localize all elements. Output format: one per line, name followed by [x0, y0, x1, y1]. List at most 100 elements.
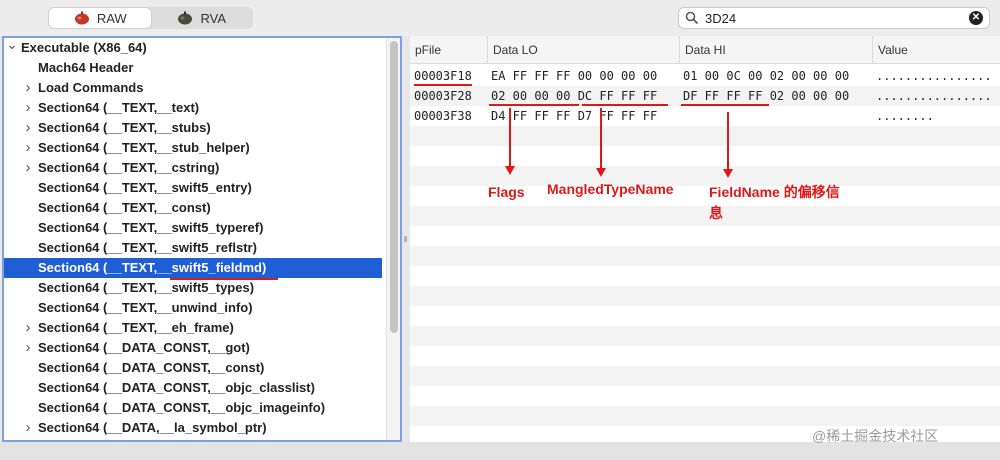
chevron-right-icon[interactable]: ›	[22, 158, 34, 178]
cell-pfile: 00003F38	[414, 109, 472, 123]
rva-mode-label: RVA	[200, 10, 227, 26]
tree-item[interactable]: › Section64 (__TEXT,__stubs)	[4, 118, 382, 138]
mangled-arrowhead	[596, 168, 606, 177]
column-header-value[interactable]: Value	[873, 36, 1000, 64]
table-row[interactable]	[410, 366, 1000, 386]
tree-item-label: Section64 (__TEXT,__swift5_fieldmd)	[38, 260, 267, 275]
table-row[interactable]	[410, 246, 1000, 266]
tree-item[interactable]: › Section64 (__TEXT,__text)	[4, 98, 382, 118]
chevron-right-icon[interactable]: ›	[22, 78, 34, 98]
table-row[interactable]: 00003F18 EA FF FF FF 00 00 00 00 01 00 0C …	[410, 66, 1000, 86]
tree-item[interactable]: Section64 (__TEXT,__unwind_info)	[4, 298, 382, 318]
tree-item[interactable]: Section64 (__DATA_CONST,__objc_classlist…	[4, 378, 382, 398]
table-row[interactable]: 00003F38 D4 FF FF FF D7 FF FF FF........	[410, 106, 1000, 126]
table-row[interactable]	[410, 306, 1000, 326]
column-header-data-hi[interactable]: Data HI	[680, 36, 873, 64]
splitter-handle[interactable]	[404, 236, 407, 242]
tree-item-label: Section64 (__TEXT,__swift5_entry)	[38, 180, 252, 195]
pfile-underline	[414, 84, 472, 86]
tree-item-label: Section64 (__DATA_CONST,__objc_imageinfo…	[38, 400, 326, 415]
tree-item[interactable]: Section64 (__TEXT,__swift5_fieldmd)	[4, 258, 382, 278]
cell-data-lo: 02 00 00 00 DC FF FF FF	[491, 89, 658, 103]
cell-data-hi: 01 00 0C 00 02 00 00 00	[683, 69, 850, 83]
table-row[interactable]	[410, 286, 1000, 306]
search-field[interactable]: 3D24 ✕	[678, 7, 990, 29]
flags-annotation: Flags	[488, 184, 525, 200]
table-row[interactable]	[410, 126, 1000, 146]
tree-item-label: Section64 (__TEXT,__eh_frame)	[38, 320, 234, 335]
clear-icon[interactable]: ✕	[969, 11, 983, 25]
raw-mode-label: RAW	[96, 10, 127, 26]
cell-value: ................	[876, 89, 992, 103]
tree-item[interactable]: Section64 (__TEXT,__const)	[4, 198, 382, 218]
rva-mode-button[interactable]: RVA	[151, 8, 253, 28]
chevron-right-icon[interactable]: ›	[22, 98, 34, 118]
tree-scrollbar-thumb[interactable]	[390, 41, 398, 333]
tree-item-label: Section64 (__TEXT,__unwind_info)	[38, 300, 253, 315]
fieldname-annotation-line2: 息	[709, 205, 723, 221]
chevron-right-icon[interactable]: ›	[22, 338, 34, 358]
tree-item[interactable]: Section64 (__DATA_CONST,__objc_imageinfo…	[4, 398, 382, 418]
table-row[interactable]	[410, 146, 1000, 166]
chevron-right-icon[interactable]: ›	[22, 318, 34, 338]
panel-splitter[interactable]	[402, 36, 410, 442]
table-header: pFile Data LO Data HI Value	[410, 36, 1000, 64]
column-header-pfile[interactable]: pFile	[410, 36, 488, 64]
table-row[interactable]	[410, 226, 1000, 246]
mangled-annotation: MangledTypeName	[547, 181, 674, 197]
table-row[interactable]	[410, 206, 1000, 226]
table-row[interactable]	[410, 266, 1000, 286]
table-row[interactable]	[410, 386, 1000, 406]
column-header-data-lo[interactable]: Data LO	[488, 36, 680, 64]
hex-table[interactable]: pFile Data LO Data HI Value 00003F18 EA F…	[410, 36, 1000, 442]
cell-value: ................	[876, 69, 992, 83]
watermark: @稀土掘金技术社区	[812, 428, 939, 444]
tree-item[interactable]: › Section64 (__TEXT,__stub_helper)	[4, 138, 382, 158]
search-icon	[685, 11, 699, 25]
tree-item-label: Section64 (__TEXT,__cstring)	[38, 160, 220, 175]
table-row[interactable]: 00003F28 02 00 00 00 DC FF FF FF DF FF FF …	[410, 86, 1000, 106]
tree-item-label: Section64 (__DATA_CONST,__objc_classlist…	[38, 380, 315, 395]
tree-item[interactable]: › Load Commands	[4, 78, 382, 98]
mode-segmented-control[interactable]: RAW RVA	[48, 7, 253, 29]
tree-item-label: Section64 (__TEXT,__swift5_types)	[38, 280, 255, 295]
tree-item[interactable]: › Section64 (__DATA_CONST,__got)	[4, 338, 382, 358]
tree-item-label: Section64 (__TEXT,__stub_helper)	[38, 140, 250, 155]
raw-mode-button[interactable]: RAW	[49, 8, 151, 28]
tree-item[interactable]: Section64 (__TEXT,__swift5_entry)	[4, 178, 382, 198]
table-row[interactable]	[410, 166, 1000, 186]
section-tree[interactable]: ⌄ Executable (X86_64) Mach64 Header › Load C…	[2, 36, 402, 442]
chevron-right-icon[interactable]: ›	[22, 138, 34, 158]
apple-app-icon-dark	[178, 11, 193, 25]
fieldname-arrowhead	[723, 169, 733, 178]
toolbar: RAW RVA 3D24 ✕	[0, 0, 1000, 36]
tree-item[interactable]: Section64 (__TEXT,__swift5_reflstr)	[4, 238, 382, 258]
tree-item-label: Section64 (__TEXT,__swift5_reflstr)	[38, 240, 257, 255]
table-row[interactable]	[410, 326, 1000, 346]
tree-item-label: Mach64 Header	[38, 60, 134, 75]
tree-item[interactable]: Mach64 Header	[4, 58, 382, 78]
search-input[interactable]: 3D24	[705, 11, 969, 26]
table-row[interactable]	[410, 346, 1000, 366]
cell-value: ........	[876, 109, 934, 123]
tree-scrollbar[interactable]	[386, 38, 400, 440]
chevron-right-icon[interactable]: ›	[22, 418, 34, 438]
tree-item[interactable]: Section64 (__TEXT,__swift5_typeref)	[4, 218, 382, 238]
tree-item-label: Section64 (__DATA_CONST,__const)	[38, 360, 265, 375]
tree-item[interactable]: › Section64 (__TEXT,__cstring)	[4, 158, 382, 178]
tree-item[interactable]: › Section64 (__TEXT,__eh_frame)	[4, 318, 382, 338]
chevron-right-icon[interactable]: ›	[22, 118, 34, 138]
tree-item-label: Executable (X86_64)	[21, 40, 147, 55]
tree-item[interactable]: › Section64 (__DATA,__la_symbol_ptr)	[4, 418, 382, 438]
cell-pfile: 00003F28	[414, 89, 472, 103]
cell-data-hi: DF FF FF FF 02 00 00 00	[683, 89, 850, 103]
fieldname-annotation-line1: FieldName 的偏移信	[709, 184, 840, 200]
tree-item[interactable]: ⌄ Executable (X86_64)	[4, 38, 382, 58]
tree-item[interactable]: Section64 (__DATA_CONST,__const)	[4, 358, 382, 378]
flags-underline	[489, 104, 579, 106]
chevron-down-icon[interactable]: ⌄	[6, 38, 18, 54]
tree-item[interactable]: Section64 (__TEXT,__swift5_types)	[4, 278, 382, 298]
tree-item-label: Section64 (__TEXT,__stubs)	[38, 120, 211, 135]
cell-data-lo: EA FF FF FF 00 00 00 00	[491, 69, 658, 83]
table-row[interactable]	[410, 406, 1000, 426]
